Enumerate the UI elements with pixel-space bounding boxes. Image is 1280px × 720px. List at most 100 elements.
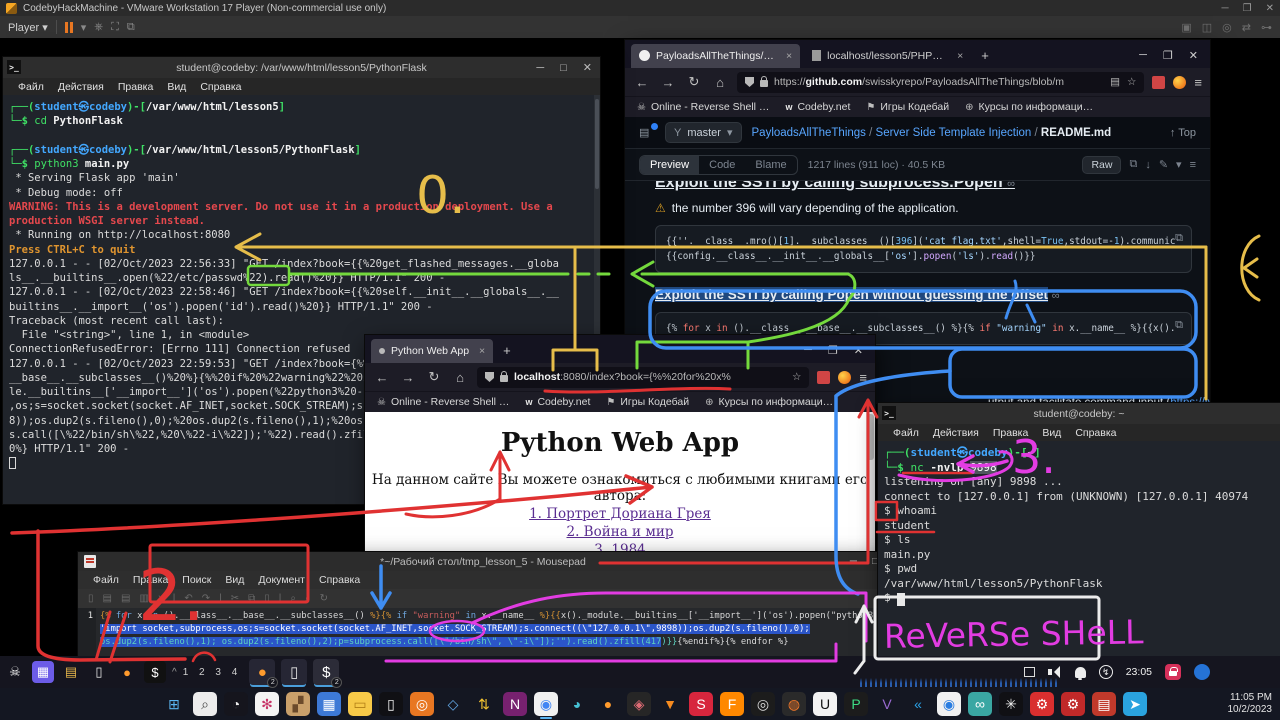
copy-code-icon[interactable]: ⧉ bbox=[1175, 232, 1183, 245]
toolbar-icon[interactable]: ↷ bbox=[202, 593, 210, 604]
minimize-button[interactable]: ─ bbox=[804, 344, 812, 357]
terminal-titlebar[interactable]: >_ student@codeby: /var/www/html/lesson5… bbox=[3, 57, 600, 78]
pycharm-app[interactable]: P bbox=[844, 692, 868, 716]
power-manager-icon[interactable]: ↯ bbox=[1099, 665, 1113, 679]
forward-button[interactable]: → bbox=[659, 75, 677, 90]
mousepad-titlebar[interactable]: *~/Рабочий стол/tmp_lesson_5 - Mousepad … bbox=[78, 552, 888, 571]
device-display-icon[interactable]: ▣ bbox=[1181, 21, 1191, 34]
back-button[interactable]: ← bbox=[633, 75, 651, 90]
onenote-app[interactable]: N bbox=[503, 692, 527, 716]
bookmark-item[interactable]: ⚑Игры Кодебай bbox=[866, 101, 949, 113]
toolbar-icon[interactable]: ↶ bbox=[184, 593, 192, 604]
tab-close-icon[interactable]: × bbox=[479, 345, 485, 357]
virtualbox-app[interactable]: ◇ bbox=[441, 692, 465, 716]
bookmark-star-icon[interactable]: ☆ bbox=[792, 371, 801, 383]
ublock-extension-icon[interactable] bbox=[817, 371, 830, 384]
menu-item[interactable]: Файл bbox=[86, 574, 126, 586]
unreal-app[interactable]: U bbox=[813, 692, 837, 716]
start-button[interactable]: ⊞ bbox=[162, 692, 186, 716]
tab-close-icon[interactable]: × bbox=[957, 50, 963, 62]
bookmark-item[interactable]: wCodeby.net bbox=[785, 101, 850, 113]
toolbar-icon[interactable]: ▯ bbox=[88, 593, 94, 604]
portrait-app[interactable]: ▞ bbox=[286, 692, 310, 716]
notifications-icon[interactable] bbox=[1075, 667, 1086, 678]
menu-item[interactable]: Файл bbox=[11, 81, 51, 93]
toolbar-icon[interactable]: ⌕ bbox=[305, 593, 311, 604]
menu-item[interactable]: Справка bbox=[193, 81, 248, 93]
menu-item[interactable]: Вид bbox=[160, 81, 193, 93]
editor-text[interactable]: {% for x in ().__class__.__base__.__subc… bbox=[96, 608, 873, 658]
toolbar-icon[interactable]: ▥ bbox=[139, 593, 148, 604]
bookmark-item[interactable]: ⚑Игры Кодебай bbox=[606, 396, 689, 408]
repo-link[interactable]: PayloadsAllTheThings bbox=[752, 127, 866, 139]
reload-button[interactable]: ↻ bbox=[425, 369, 443, 385]
vm-clock[interactable]: 23:05 bbox=[1126, 666, 1152, 678]
branch-selector[interactable]: Y master ▾ bbox=[665, 122, 742, 143]
new-tab-button[interactable]: + bbox=[497, 343, 517, 358]
mousepad-editor[interactable]: 1 {% for x in ().__class__.__base__.__su… bbox=[78, 608, 888, 658]
firefox-app[interactable]: ● bbox=[596, 692, 620, 716]
installer-app[interactable]: ⇅ bbox=[472, 692, 496, 716]
menu-item[interactable]: Поиск bbox=[175, 574, 218, 586]
device-usb-icon[interactable]: ⊶ bbox=[1261, 21, 1272, 34]
menu-item[interactable]: Правка bbox=[126, 574, 175, 586]
terminal-titlebar[interactable]: >_ student@codeby: ~ bbox=[878, 403, 1280, 424]
davinci-app[interactable]: ◈ bbox=[627, 692, 651, 716]
taskbar-mousepad-window[interactable]: ▯ bbox=[281, 659, 307, 685]
close-button[interactable]: ✕ bbox=[1189, 49, 1198, 62]
tab-blame[interactable]: Blame bbox=[745, 156, 796, 174]
maps-app[interactable]: ◉ bbox=[937, 692, 961, 716]
bookmark-item[interactable]: ⊕Курсы по информаци… bbox=[705, 396, 833, 408]
copy-raw-icon[interactable]: ⧉ bbox=[1129, 158, 1137, 171]
tab-preview[interactable]: Preview bbox=[640, 156, 699, 174]
toolbar-icon[interactable]: ▤ bbox=[121, 593, 130, 604]
toolbar-icon[interactable]: ⧉ bbox=[248, 593, 255, 604]
file-manager-app[interactable]: ▤ bbox=[60, 661, 82, 683]
text-editor-app[interactable]: ▯ bbox=[88, 661, 110, 683]
download-icon[interactable]: ↓ bbox=[1145, 159, 1151, 171]
close-button[interactable]: ✕ bbox=[1266, 3, 1274, 14]
tab-localhost-phptwig[interactable]: localhost/lesson5/PHPTwig/i × bbox=[804, 44, 971, 68]
toolbar-icon[interactable]: × bbox=[158, 593, 164, 604]
outline-icon[interactable]: ≡ bbox=[1190, 159, 1196, 171]
reader-app[interactable]: ▤ bbox=[1092, 692, 1116, 716]
workspace-switcher[interactable]: 1 2 3 4 bbox=[183, 667, 242, 678]
maximize-button[interactable]: ❐ bbox=[1243, 3, 1252, 14]
device-network-icon[interactable]: ⇄ bbox=[1242, 21, 1251, 34]
terminal-output[interactable]: ┌──(student㉿codeby)-[~]└─$ nc -nvlp 9898… bbox=[878, 441, 1280, 658]
maximize-button[interactable]: ❐ bbox=[828, 344, 838, 357]
close-button[interactable]: ✕ bbox=[854, 344, 863, 357]
copy-code-icon[interactable]: ⧉ bbox=[1175, 319, 1183, 332]
menu-item[interactable]: Правка bbox=[111, 81, 160, 93]
minimize-button[interactable]: ─ bbox=[536, 62, 544, 74]
panel-caret[interactable]: ^ bbox=[172, 667, 177, 678]
player-menu[interactable]: Player ▾ bbox=[8, 21, 48, 34]
anchor-link-icon[interactable]: ∞ bbox=[1052, 290, 1060, 302]
file-explorer-app[interactable]: ▭ bbox=[348, 692, 372, 716]
close-button[interactable]: ✕ bbox=[583, 61, 592, 74]
vmware-app[interactable]: ◎ bbox=[410, 692, 434, 716]
suspend-caret[interactable]: ▾ bbox=[81, 21, 87, 34]
visual-studio-app[interactable]: V bbox=[875, 692, 899, 716]
calendar-app[interactable]: ▦ bbox=[317, 692, 341, 716]
bookmark-item[interactable]: ☠Online - Reverse Shell … bbox=[377, 396, 509, 408]
toolbar-icon[interactable]: | bbox=[279, 593, 282, 604]
toolbar-icon[interactable]: ✂ bbox=[231, 593, 239, 604]
back-to-top-link[interactable]: ↑ Top bbox=[1170, 127, 1196, 139]
menu-item[interactable]: Файл bbox=[886, 427, 926, 439]
home-button[interactable]: ⌂ bbox=[711, 75, 729, 90]
host-clock[interactable]: 11:05 PM 10/2/2023 bbox=[1228, 688, 1273, 720]
edge-app[interactable]: ◕ bbox=[565, 692, 589, 716]
obs-app[interactable]: ◎ bbox=[751, 692, 775, 716]
device-hdd-icon[interactable]: ◫ bbox=[1202, 21, 1212, 34]
loop-app[interactable]: ∞ bbox=[968, 692, 992, 716]
tab-python-web-app[interactable]: Python Web App × bbox=[371, 339, 493, 363]
back-button[interactable]: ← bbox=[373, 370, 391, 385]
fullscreen-icon[interactable]: ⛶ bbox=[111, 21, 119, 34]
ctrl-alt-del-icon[interactable]: ⎈ bbox=[94, 21, 103, 34]
bookmark-item[interactable]: ☠Online - Reverse Shell … bbox=[637, 101, 769, 113]
edit-caret-icon[interactable]: ▾ bbox=[1176, 158, 1182, 171]
bookmark-star-icon[interactable]: ☆ bbox=[1127, 76, 1136, 88]
new-tab-button[interactable]: + bbox=[975, 48, 995, 63]
firefox-launcher[interactable]: ● bbox=[116, 661, 138, 683]
